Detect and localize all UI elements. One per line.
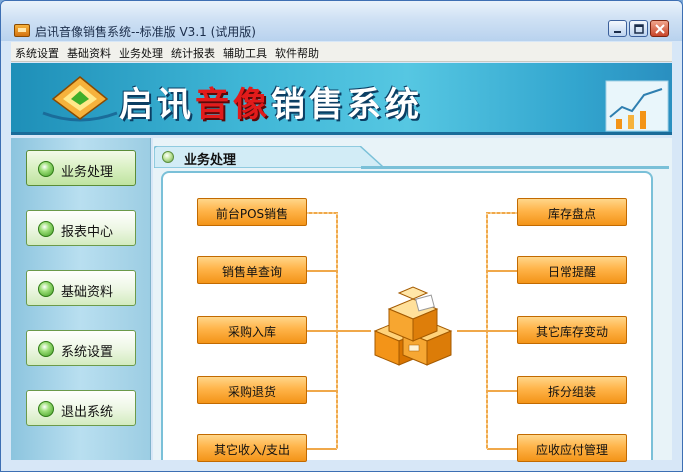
- pos-sales-button[interactable]: 前台POS销售: [197, 198, 307, 226]
- banner-title: 启讯音像销售系统: [119, 85, 423, 125]
- banner: 启讯音像销售系统: [11, 63, 672, 135]
- window-title: 启讯音像销售系统--标准版 V3.1 (试用版): [35, 25, 256, 39]
- other-income-expense-button[interactable]: 其它收入/支出: [197, 434, 307, 462]
- bullet-icon: [38, 341, 54, 357]
- receivable-payable-button[interactable]: 应收应付管理: [517, 434, 627, 462]
- menu-item-business[interactable]: 业务处理: [115, 42, 167, 61]
- sales-query-button[interactable]: 销售单查询: [197, 256, 307, 284]
- bullet-icon: [162, 151, 174, 163]
- boxes-icon: [373, 286, 453, 366]
- panel-title: 业务处理: [184, 153, 237, 168]
- maximize-icon: [634, 24, 644, 34]
- sidebar-item-exit[interactable]: 退出系统: [26, 390, 136, 426]
- sidebar-item-label: 业务处理: [61, 165, 114, 180]
- split-assemble-button[interactable]: 拆分组装: [517, 376, 627, 404]
- purchase-return-button[interactable]: 采购退货: [197, 376, 307, 404]
- app-icon: [14, 24, 30, 37]
- minimize-icon: [614, 31, 621, 33]
- sidebar-item-label: 报表中心: [61, 225, 114, 240]
- maximize-button[interactable]: [629, 20, 648, 37]
- bullet-icon: [38, 401, 54, 417]
- minimize-button[interactable]: [608, 20, 627, 37]
- bullet-icon: [38, 221, 54, 237]
- sidebar: 业务处理 报表中心 基础资料 系统设置 退出系统: [11, 138, 151, 460]
- inventory-count-button[interactable]: 库存盘点: [517, 198, 627, 226]
- sidebar-item-label: 基础资料: [61, 285, 114, 300]
- menu-item-help[interactable]: 软件帮助: [271, 42, 323, 61]
- panel-divider: [361, 166, 669, 169]
- menu-item-basic-data[interactable]: 基础资料: [63, 42, 115, 61]
- chart-decoration-icon: [605, 80, 669, 132]
- sidebar-item-label: 退出系统: [61, 405, 114, 420]
- close-icon: [655, 24, 665, 34]
- sidebar-item-system-settings[interactable]: 系统设置: [26, 330, 136, 366]
- other-stock-change-button[interactable]: 其它库存变动: [517, 316, 627, 344]
- daily-reminder-button[interactable]: 日常提醒: [517, 256, 627, 284]
- sidebar-item-business[interactable]: 业务处理: [26, 150, 136, 186]
- bullet-icon: [38, 281, 54, 297]
- menu-item-reports[interactable]: 统计报表: [167, 42, 219, 61]
- bullet-icon: [38, 161, 54, 177]
- menu-item-system-settings[interactable]: 系统设置: [11, 42, 63, 61]
- sidebar-item-label: 系统设置: [61, 345, 114, 360]
- app-window: 启讯音像销售系统--标准版 V3.1 (试用版) 系统设置 基础资料 业务处理 …: [0, 0, 683, 472]
- close-button[interactable]: [650, 20, 669, 37]
- title-bar[interactable]: 启讯音像销售系统--标准版 V3.1 (试用版): [1, 1, 682, 41]
- sidebar-item-basic-data[interactable]: 基础资料: [26, 270, 136, 306]
- purchase-in-button[interactable]: 采购入库: [197, 316, 307, 344]
- sidebar-item-reports[interactable]: 报表中心: [26, 210, 136, 246]
- menu-bar: 系统设置 基础资料 业务处理 统计报表 辅助工具 软件帮助: [11, 42, 672, 62]
- menu-item-tools[interactable]: 辅助工具: [219, 42, 271, 61]
- logo-icon: [42, 76, 118, 122]
- panel-header: 业务处理: [154, 146, 384, 168]
